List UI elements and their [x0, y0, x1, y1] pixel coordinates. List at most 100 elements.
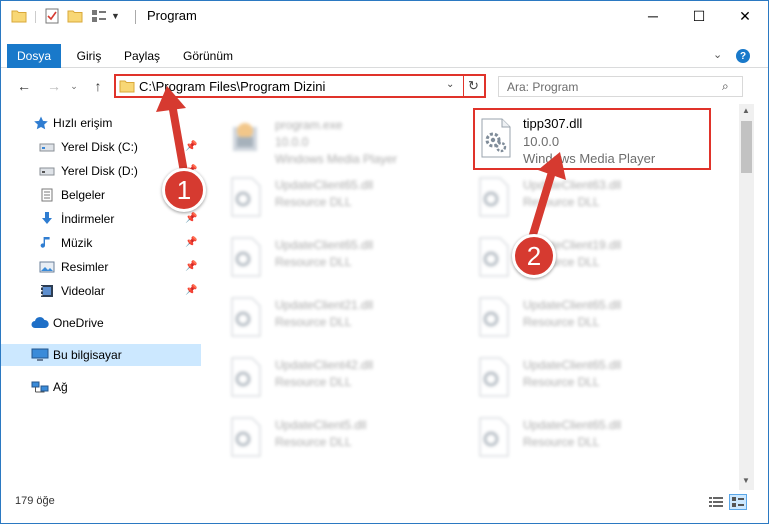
sidebar-item-network[interactable]: Ağ	[1, 376, 201, 398]
back-button[interactable]: ←	[15, 77, 33, 95]
network-icon	[31, 380, 49, 394]
file-description: Resource DLL	[275, 315, 352, 329]
file-item[interactable]: UpdateClient5.dll Resource DLL	[205, 409, 445, 465]
tab-file[interactable]: Dosya	[7, 44, 61, 68]
help-icon[interactable]: ?	[736, 49, 750, 63]
folder-icon[interactable]	[11, 8, 27, 24]
step-1-badge: 1	[162, 168, 206, 212]
vertical-scrollbar[interactable]: ▲ ▼	[739, 104, 754, 490]
address-history-chevron-icon[interactable]: ⌄	[446, 79, 454, 90]
computer-icon	[31, 348, 49, 362]
scroll-thumb[interactable]	[741, 121, 752, 173]
view-options-icon[interactable]	[91, 8, 107, 24]
sidebar-item-downloads[interactable]: İndirmeler 📌	[1, 208, 201, 230]
file-version: 10.0.0	[275, 135, 309, 149]
search-icon[interactable]: ⌕	[722, 79, 729, 94]
recent-locations-chevron-icon[interactable]: ⌄	[69, 77, 79, 95]
dll-gear-icon	[475, 177, 511, 217]
tab-view[interactable]: Görünüm	[177, 44, 239, 68]
star-icon	[33, 116, 49, 130]
address-path[interactable]: C:\Program Files\Program Dizini	[139, 79, 325, 94]
file-item[interactable]: UpdateClient65.dll Resource DLL	[205, 229, 445, 285]
title-separator	[135, 10, 136, 24]
sidebar-item-label: Belgeler	[61, 188, 106, 202]
dll-gear-icon	[475, 237, 511, 277]
scroll-up-icon[interactable]: ▲	[742, 106, 750, 115]
dll-gear-icon	[227, 417, 263, 457]
tiles-view-icon[interactable]	[729, 494, 747, 510]
minimize-button[interactable]: ─	[630, 1, 676, 31]
file-name: UpdateClient42.dll	[275, 358, 374, 372]
file-item[interactable]: UpdateClient21.dll Resource DLL	[205, 289, 445, 345]
properties-icon[interactable]	[45, 8, 61, 24]
file-name: UpdateClient65.dll	[523, 298, 622, 312]
ribbon-tabs: Dosya Giriş Paylaş Görünüm ⌄ ?	[1, 44, 768, 68]
sidebar-item-label: OneDrive	[53, 316, 104, 330]
sidebar-item-label: Resimler	[61, 260, 109, 274]
sidebar-item-label: Bu bilgisayar	[53, 348, 122, 362]
dll-gear-icon	[475, 297, 511, 337]
file-item[interactable]: UpdateClient65.dll Resource DLL	[453, 349, 693, 405]
file-name: tipp307.dll	[523, 116, 583, 131]
dll-gear-icon	[479, 118, 515, 158]
item-count: 179 öğe	[15, 495, 55, 507]
file-description: Resource DLL	[523, 315, 600, 329]
cloud-icon	[31, 316, 49, 330]
file-item[interactable]: UpdateClient19.dll Resource DLL	[453, 229, 693, 285]
exe-icon	[227, 117, 263, 157]
expand-ribbon-chevron-icon[interactable]: ⌄	[713, 48, 722, 61]
search-input[interactable]	[507, 80, 707, 94]
file-version: 10.0.0	[523, 134, 560, 149]
customize-toolbar-chevron-icon[interactable]: ▼	[111, 8, 121, 24]
file-item[interactable]: UpdateClient63.dll Resource DLL	[453, 169, 693, 225]
scroll-down-icon[interactable]: ▼	[742, 476, 750, 485]
file-name: UpdateClient65.dll	[275, 178, 374, 192]
sidebar-item-onedrive[interactable]: OneDrive	[1, 312, 201, 334]
sidebar-item-quick-access[interactable]: Hızlı erişim	[1, 112, 201, 134]
pin-icon[interactable]: 📌	[185, 213, 197, 224]
step-2-badge: 2	[512, 234, 556, 278]
up-button[interactable]: ↑	[89, 77, 107, 95]
folder-icon	[119, 79, 135, 93]
file-item[interactable]: UpdateClient42.dll Resource DLL	[205, 349, 445, 405]
close-button[interactable]: ✕	[722, 1, 768, 31]
sidebar-item-videos[interactable]: Videolar 📌	[1, 280, 201, 302]
file-item[interactable]: program.exe 10.0.0 Windows Media Player	[205, 109, 445, 166]
sidebar-item-pictures[interactable]: Resimler 📌	[1, 256, 201, 278]
pin-icon[interactable]: 📌	[185, 261, 197, 272]
drive-icon	[39, 140, 55, 154]
sidebar-item-this-pc[interactable]: Bu bilgisayar	[1, 344, 201, 366]
pin-icon[interactable]: 📌	[185, 237, 197, 248]
pin-icon[interactable]: 📌	[185, 285, 197, 296]
file-description: Resource DLL	[523, 195, 600, 209]
sidebar-item-drive-c[interactable]: Yerel Disk (C:) 📌	[1, 136, 201, 158]
file-item[interactable]: UpdateClient65.dll Resource DLL	[453, 409, 693, 465]
address-bar[interactable]: C:\Program Files\Program Dizini ⌄ ↻	[114, 74, 486, 98]
music-icon	[39, 236, 55, 250]
sidebar-item-music[interactable]: Müzik 📌	[1, 232, 201, 254]
tab-share[interactable]: Paylaş	[119, 44, 165, 68]
forward-button[interactable]: →	[45, 77, 63, 95]
file-name: UpdateClient65.dll	[523, 358, 622, 372]
dll-gear-icon	[475, 417, 511, 457]
sidebar-item-label: Yerel Disk (C:)	[61, 140, 138, 154]
sidebar-item-label: Ağ	[53, 380, 68, 394]
file-item[interactable]: UpdateClient65.dll Resource DLL	[453, 289, 693, 345]
file-item[interactable]: UpdateClient65.dll Resource DLL	[205, 169, 445, 225]
search-box[interactable]: ⌕	[498, 76, 743, 97]
file-name: UpdateClient65.dll	[523, 418, 622, 432]
download-icon	[39, 212, 55, 226]
navigation-pane: Hızlı erişim Yerel Disk (C:) 📌 Yerel Dis…	[1, 104, 205, 490]
sidebar-item-label: Hızlı erişim	[53, 116, 113, 130]
file-item-highlighted[interactable]: tipp307.dll 10.0.0 Windows Media Player	[473, 108, 711, 170]
pin-icon[interactable]: 📌	[185, 141, 197, 152]
dll-gear-icon	[227, 297, 263, 337]
new-folder-icon[interactable]	[67, 8, 83, 24]
file-description: Resource DLL	[523, 375, 600, 389]
refresh-icon[interactable]: ↻	[468, 78, 479, 94]
file-description: Windows Media Player	[275, 152, 398, 166]
tab-home[interactable]: Giriş	[67, 44, 111, 68]
file-name: UpdateClient63.dll	[523, 178, 622, 192]
maximize-button[interactable]: ☐	[676, 1, 722, 31]
details-view-icon[interactable]	[709, 496, 723, 508]
